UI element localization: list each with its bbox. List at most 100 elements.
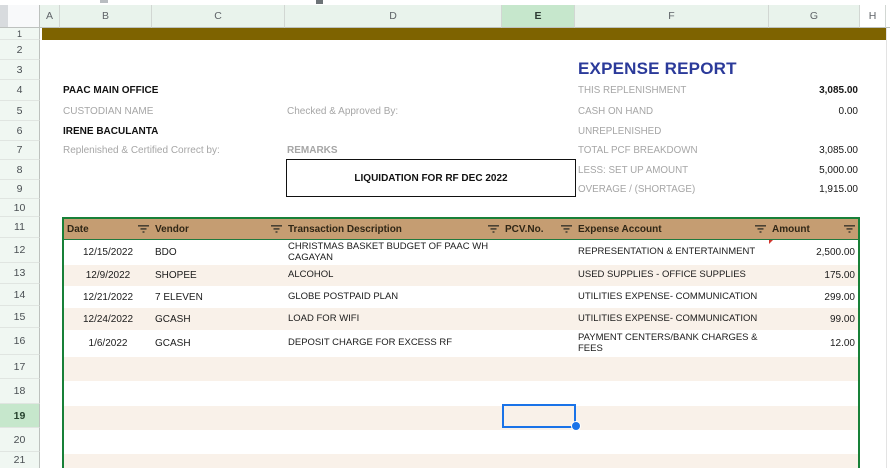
cell-description[interactable]: GLOBE POSTPAID PLAN	[285, 286, 502, 308]
column-header-e-selected[interactable]: E	[502, 5, 575, 28]
cell-description[interactable]: LOAD FOR WIFI	[285, 308, 502, 330]
row-header-4[interactable]: 4	[0, 80, 40, 101]
table-row-20-empty[interactable]	[64, 430, 858, 454]
replenished-certified-label[interactable]: Replenished & Certified Correct by:	[63, 141, 220, 160]
row-header-16[interactable]: 16	[0, 328, 40, 355]
summary-row[interactable]: THIS REPLENISHMENT 3,085.00	[578, 80, 858, 101]
filter-icon[interactable]	[561, 225, 572, 236]
summary-row[interactable]: UNREPLENISHED	[578, 121, 858, 141]
cell-expense-account[interactable]: UTILITIES EXPENSE- COMMUNICATION	[575, 308, 769, 330]
cell-vendor[interactable]: GCASH	[152, 330, 285, 357]
row-header-21[interactable]: 21	[0, 452, 40, 468]
page-title[interactable]: EXPENSE REPORT	[578, 56, 737, 82]
table-row-17-empty[interactable]	[64, 357, 858, 381]
column-header-f[interactable]: F	[575, 5, 769, 28]
column-header-g[interactable]: G	[769, 5, 860, 28]
filter-icon[interactable]	[488, 225, 499, 236]
cell-description[interactable]: CHRISTMAS BASKET BUDGET OF PAAC WH CAGAY…	[285, 240, 502, 265]
summary-row[interactable]: LESS: SET UP AMOUNT 5,000.00	[578, 160, 858, 180]
cell-vendor[interactable]: GCASH	[152, 308, 285, 330]
row-header-14[interactable]: 14	[0, 284, 40, 306]
fill-handle[interactable]	[572, 422, 580, 430]
cell-amount[interactable]: 12.00	[769, 330, 858, 357]
header-label: Amount	[772, 224, 810, 235]
table-row-21-empty[interactable]	[64, 454, 858, 468]
cell-amount[interactable]: 299.00	[769, 286, 858, 308]
filter-icon[interactable]	[138, 225, 149, 236]
summary-label: CASH ON HAND	[578, 106, 653, 117]
summary-label: TOTAL PCF BREAKDOWN	[578, 145, 698, 156]
cell-amount[interactable]: 99.00	[769, 308, 858, 330]
summary-value: 3,085.00	[819, 145, 858, 156]
cell-date[interactable]: 12/9/2022	[64, 265, 152, 286]
column-header-d[interactable]: D	[285, 5, 502, 28]
cell-date[interactable]: 12/15/2022	[64, 240, 152, 265]
row-header-18[interactable]: 18	[0, 379, 40, 404]
cell-expense-account[interactable]: USED SUPPLIES - OFFICE SUPPLIES	[575, 265, 769, 286]
table-row-19-empty[interactable]	[64, 406, 858, 430]
row-header-12[interactable]: 12	[0, 238, 40, 263]
row-header-5[interactable]: 5	[0, 101, 40, 121]
cell-pcv[interactable]	[502, 240, 575, 265]
summary-row[interactable]: TOTAL PCF BREAKDOWN 3,085.00	[578, 141, 858, 160]
row-header-3[interactable]: 3	[0, 60, 40, 80]
column-header-h[interactable]: H	[860, 5, 886, 28]
cell-expense-account[interactable]: PAYMENT CENTERS/BANK CHARGES & FEES	[575, 330, 769, 357]
cell-date[interactable]: 1/6/2022	[64, 330, 152, 357]
filter-icon[interactable]	[755, 225, 766, 236]
header-amount[interactable]: Amount	[769, 219, 858, 239]
cell-amount[interactable]: 175.00	[769, 265, 858, 286]
row-header-11[interactable]: 11	[0, 217, 40, 238]
office-name[interactable]: PAAC MAIN OFFICE	[63, 80, 158, 101]
table-row-18-empty[interactable]	[64, 381, 858, 406]
cell-expense-account[interactable]: REPRESENTATION & ENTERTAINMENT	[575, 240, 769, 265]
cell-date[interactable]: 12/21/2022	[64, 286, 152, 308]
cell-amount[interactable]: 2,500.00	[769, 240, 858, 265]
row-header-9[interactable]: 9	[0, 180, 40, 199]
row-header-8[interactable]: 8	[0, 160, 40, 180]
summary-row[interactable]: CASH ON HAND 0.00	[578, 101, 858, 121]
cell-vendor[interactable]: SHOPEE	[152, 265, 285, 286]
row-header-10[interactable]: 10	[0, 199, 40, 217]
cell-vendor[interactable]: BDO	[152, 240, 285, 265]
header-description[interactable]: Transaction Description	[285, 219, 502, 239]
cell-description[interactable]: DEPOSIT CHARGE FOR EXCESS RF	[285, 330, 502, 357]
row-header-1[interactable]: 1	[0, 28, 40, 40]
cell-pcv[interactable]	[502, 330, 575, 357]
sheet-boundary-line	[886, 28, 887, 468]
cell-pcv[interactable]	[502, 308, 575, 330]
checked-approved-label[interactable]: Checked & Approved By:	[287, 101, 398, 121]
remarks-label[interactable]: REMARKS	[287, 141, 338, 160]
filter-icon[interactable]	[271, 225, 282, 236]
row-header-19-selected[interactable]: 19	[0, 404, 40, 428]
header-date[interactable]: Date	[64, 219, 152, 239]
row-header-7[interactable]: 7	[0, 141, 40, 160]
header-pcv-no[interactable]: PCV.No.	[502, 219, 575, 239]
row-header-2[interactable]: 2	[0, 40, 40, 60]
header-vendor[interactable]: Vendor	[152, 219, 285, 239]
cell-date[interactable]: 12/24/2022	[64, 308, 152, 330]
column-header-c[interactable]: C	[152, 5, 285, 28]
table-header-row: Date Vendor Transaction Description PCV.…	[64, 219, 858, 240]
select-all-corner[interactable]	[0, 5, 40, 28]
column-header-b[interactable]: B	[60, 5, 152, 28]
header-expense-account[interactable]: Expense Account	[575, 219, 769, 239]
expense-table: Date Vendor Transaction Description PCV.…	[62, 217, 860, 468]
cell-description[interactable]: ALCOHOL	[285, 265, 502, 286]
cell-vendor[interactable]: 7 ELEVEN	[152, 286, 285, 308]
row-header-17[interactable]: 17	[0, 355, 40, 379]
row-header-20[interactable]: 20	[0, 428, 40, 452]
custodian-name[interactable]: IRENE BACULANTA	[63, 121, 158, 141]
row-header-15[interactable]: 15	[0, 306, 40, 328]
column-header-a[interactable]: A	[40, 5, 60, 28]
remarks-value-box[interactable]: LIQUIDATION FOR RF DEC 2022	[286, 159, 576, 197]
summary-row[interactable]: OVERAGE / (SHORTAGE) 1,915.00	[578, 180, 858, 199]
filter-icon[interactable]	[844, 225, 855, 236]
row-header-13[interactable]: 13	[0, 263, 40, 284]
custodian-label[interactable]: CUSTODIAN NAME	[63, 101, 153, 121]
row1-colored-band[interactable]	[42, 28, 886, 40]
cell-pcv[interactable]	[502, 286, 575, 308]
row-header-6[interactable]: 6	[0, 121, 40, 141]
cell-expense-account[interactable]: UTILITIES EXPENSE- COMMUNICATION	[575, 286, 769, 308]
cell-pcv[interactable]	[502, 265, 575, 286]
